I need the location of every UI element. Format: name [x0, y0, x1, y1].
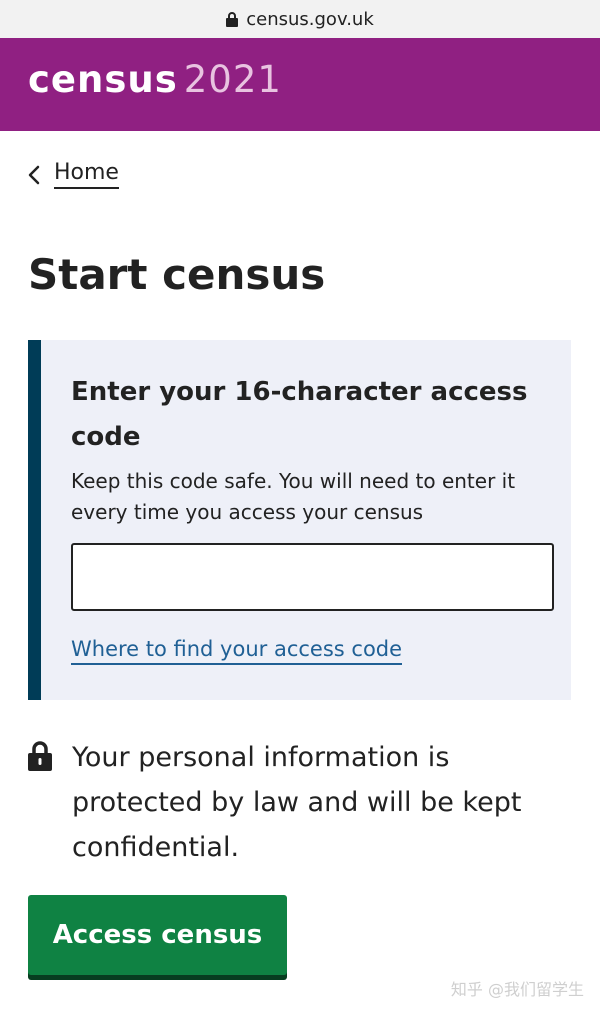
logo-word: census [28, 58, 178, 101]
find-access-code-link[interactable]: Where to find your access code [71, 637, 403, 665]
census-logo[interactable]: census 2021 [28, 58, 282, 104]
browser-address-bar[interactable]: census.gov.uk [0, 0, 600, 38]
logo-year: 2021 [183, 58, 282, 101]
page-title: Start census [28, 250, 326, 299]
lock-icon [226, 11, 239, 27]
breadcrumb: Home [28, 160, 119, 189]
breadcrumb-home-link[interactable]: Home [54, 160, 119, 189]
chevron-left-icon [28, 165, 40, 185]
access-code-heading: Enter your 16-character access code [71, 377, 528, 452]
site-header: census 2021 [0, 38, 600, 131]
privacy-text: Your personal information is protected b… [72, 742, 522, 863]
access-census-button[interactable]: Access census [28, 895, 287, 975]
access-code-input[interactable] [71, 543, 554, 611]
privacy-notice: Your personal information is protected b… [28, 735, 568, 870]
access-code-hint: Keep this code safe. You will need to en… [71, 469, 516, 524]
access-code-panel: Enter your 16-character access code Keep… [28, 340, 571, 700]
lock-icon [28, 741, 52, 870]
browser-url: census.gov.uk [246, 8, 374, 30]
watermark: 知乎 @我们留学生 [450, 980, 584, 999]
